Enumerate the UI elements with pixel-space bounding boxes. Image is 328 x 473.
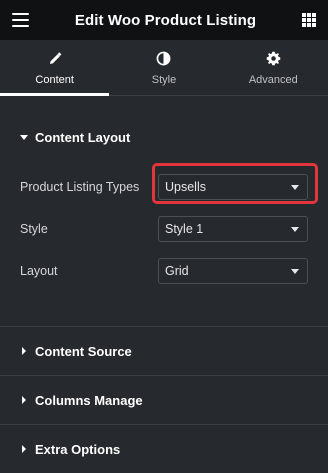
- half-circle-icon: [156, 50, 171, 68]
- tab-advanced-label: Advanced: [248, 73, 298, 86]
- tab-style[interactable]: Style: [109, 40, 218, 95]
- control-style: Style Style 1: [0, 208, 328, 250]
- spacer: [0, 96, 328, 118]
- section-title: Content Source: [35, 343, 132, 359]
- pencil-icon: [48, 50, 62, 68]
- section-header-content-source[interactable]: Content Source: [0, 327, 328, 375]
- tab-advanced[interactable]: Advanced: [219, 40, 328, 95]
- control-label: Style: [20, 222, 48, 236]
- caret-right-icon: [22, 347, 26, 355]
- caret-down-icon: [20, 134, 28, 140]
- tab-content[interactable]: Content: [0, 40, 110, 96]
- section-title: Extra Options: [35, 441, 121, 457]
- section-header-extra-options[interactable]: Extra Options: [0, 425, 328, 473]
- tab-bar: Content Style Advanced: [0, 40, 328, 96]
- control-label: Layout: [20, 264, 58, 278]
- control-layout: Layout Grid: [0, 250, 328, 292]
- section-header-columns-manage[interactable]: Columns Manage: [0, 376, 328, 424]
- section-content-layout: Content Layout Product Listing Types Ups…: [0, 118, 328, 326]
- gear-icon: [266, 50, 281, 68]
- section-title: Content Layout: [35, 129, 131, 145]
- section-title: Columns Manage: [35, 392, 143, 408]
- layout-select[interactable]: Grid: [158, 258, 308, 284]
- highlight-box: [152, 163, 318, 204]
- caret-right-icon: [22, 445, 26, 453]
- panel-title: Edit Woo Product Listing: [74, 11, 257, 29]
- grid-icon[interactable]: [302, 13, 316, 27]
- select-value: Style 1: [165, 222, 204, 236]
- section-header-content-layout[interactable]: Content Layout: [0, 118, 328, 156]
- tab-content-label: Content: [35, 73, 74, 86]
- style-select[interactable]: Style 1: [158, 216, 308, 242]
- tab-style-label: Style: [151, 73, 177, 86]
- caret-right-icon: [22, 396, 26, 404]
- panel-header: Edit Woo Product Listing: [0, 0, 328, 40]
- control-label: Product Listing Types: [20, 180, 140, 194]
- chevron-down-icon: [291, 226, 299, 232]
- chevron-down-icon: [291, 268, 299, 274]
- hamburger-icon[interactable]: [12, 13, 29, 27]
- select-value: Grid: [165, 264, 189, 278]
